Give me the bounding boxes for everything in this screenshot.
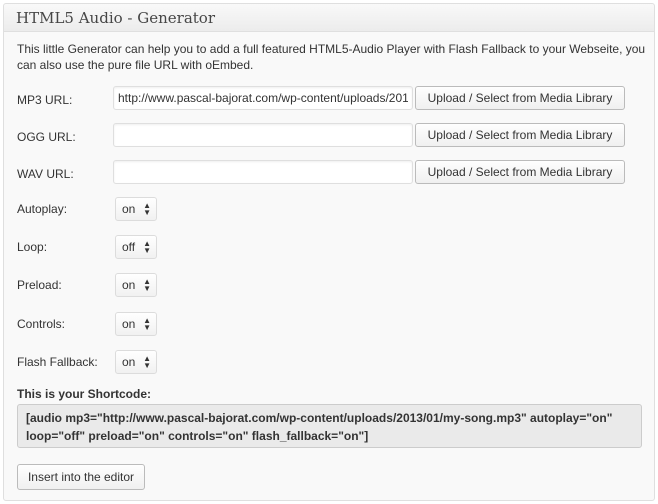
autoplay-select[interactable]: on ▲ ▼	[115, 197, 157, 221]
panel-title: HTML5 Audio - Generator	[4, 4, 654, 32]
ogg-url-input[interactable]	[113, 123, 413, 147]
shortcode-title: This is your Shortcode:	[17, 387, 152, 401]
autoplay-label: Autoplay:	[17, 202, 68, 216]
select-arrows-icon: ▲ ▼	[143, 201, 151, 217]
mp3-url-input[interactable]	[113, 86, 413, 110]
controls-label: Controls:	[17, 317, 66, 331]
ogg-url-label: OGG URL:	[17, 130, 76, 144]
preload-select[interactable]: on ▲ ▼	[115, 273, 157, 297]
mp3-upload-button[interactable]: Upload / Select from Media Library	[415, 86, 625, 110]
flash-fallback-value: on	[122, 355, 136, 369]
wav-upload-button[interactable]: Upload / Select from Media Library	[415, 160, 625, 184]
loop-select[interactable]: off ▲ ▼	[115, 235, 157, 259]
select-arrows-icon: ▲ ▼	[143, 239, 151, 255]
mp3-url-label: MP3 URL:	[17, 93, 73, 107]
select-arrows-icon: ▲ ▼	[143, 277, 151, 293]
autoplay-value: on	[122, 202, 136, 216]
wav-url-input[interactable]	[113, 160, 413, 184]
ogg-upload-button[interactable]: Upload / Select from Media Library	[415, 123, 625, 147]
intro-text: This little Generator can help you to ad…	[17, 42, 646, 72]
shortcode-output[interactable]: [audio mp3="http://www.pascal-bajorat.co…	[17, 404, 642, 448]
audio-generator-panel: HTML5 Audio - Generator This little Gene…	[3, 3, 655, 501]
loop-label: Loop:	[17, 240, 48, 254]
loop-value: off	[122, 240, 136, 254]
preload-label: Preload:	[17, 278, 62, 292]
controls-value: on	[122, 317, 136, 331]
wav-url-label: WAV URL:	[17, 167, 74, 181]
select-arrows-icon: ▲ ▼	[143, 354, 151, 370]
insert-into-editor-button[interactable]: Insert into the editor	[17, 464, 145, 490]
preload-value: on	[122, 278, 136, 292]
controls-select[interactable]: on ▲ ▼	[115, 312, 157, 336]
flash-fallback-select[interactable]: on ▲ ▼	[115, 350, 157, 374]
select-arrows-icon: ▲ ▼	[143, 316, 151, 332]
flash-fallback-label: Flash Fallback:	[17, 355, 98, 369]
